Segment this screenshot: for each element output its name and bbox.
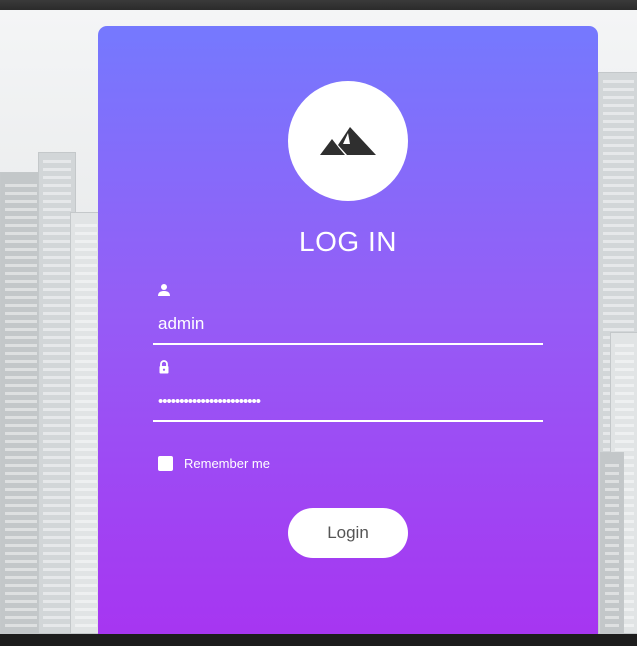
password-input[interactable] bbox=[153, 382, 543, 422]
mountain-icon bbox=[320, 127, 376, 155]
remember-label: Remember me bbox=[184, 456, 270, 471]
login-card: LOG IN Remember me Login bbox=[98, 26, 598, 646]
remember-me[interactable]: Remember me bbox=[158, 456, 270, 471]
remember-checkbox[interactable] bbox=[158, 456, 173, 471]
lock-icon bbox=[159, 360, 169, 374]
logo bbox=[288, 81, 408, 201]
window-bottom-bar bbox=[0, 634, 637, 646]
username-input[interactable] bbox=[153, 305, 543, 345]
user-icon bbox=[158, 284, 170, 296]
login-button[interactable]: Login bbox=[288, 508, 408, 558]
page-title: LOG IN bbox=[299, 226, 397, 257]
